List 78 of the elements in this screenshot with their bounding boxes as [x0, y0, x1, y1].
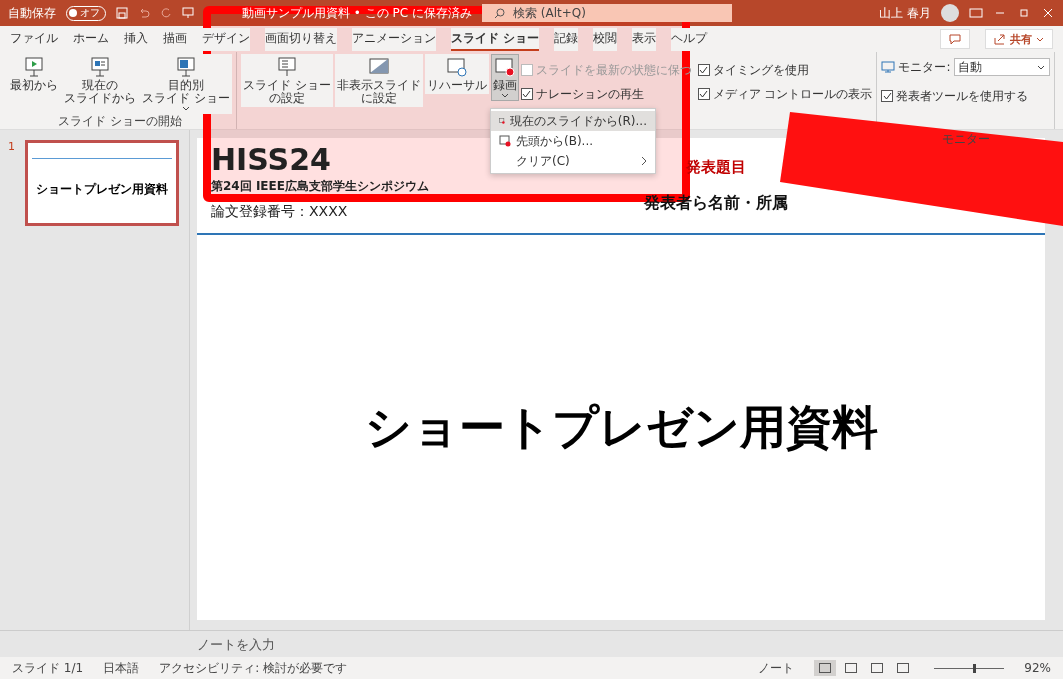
zoom-level[interactable]: 92%: [1024, 661, 1051, 675]
chevron-right-icon: [641, 156, 647, 166]
share-icon: [994, 33, 1006, 45]
view-icon: [845, 663, 858, 673]
ribbon-button[interactable]: 最初から: [8, 54, 60, 94]
ribbon-tab[interactable]: 表示: [632, 27, 657, 51]
ribbon-display-icon: [969, 7, 983, 19]
ribbon-button[interactable]: スライド ショー の設定: [240, 54, 333, 107]
ribbon-button[interactable]: 録画: [490, 54, 519, 101]
search-icon: [493, 7, 505, 19]
slide-title: ショートプレゼン用資料: [363, 398, 879, 456]
monitor-select[interactable]: 自動: [953, 58, 1050, 76]
ribbon-button[interactable]: 目的別 スライド ショー: [140, 54, 232, 114]
ribbon-tab[interactable]: 画面切り替え: [265, 27, 337, 51]
checkmark-icon: [883, 92, 892, 100]
caret-icon: [500, 93, 509, 99]
view-icon: [819, 663, 832, 673]
screen-icon: [89, 56, 111, 78]
ribbon-tab[interactable]: ヘルプ: [671, 27, 708, 51]
ribbon-button[interactable]: 現在の スライドから: [62, 54, 138, 107]
checkmark-icon: [522, 90, 532, 98]
caret-icon: [1036, 35, 1044, 43]
language-label[interactable]: 日本語: [103, 659, 140, 677]
presentation-icon: [182, 7, 194, 19]
menu-item[interactable]: 現在のスライドから(R)...: [491, 111, 655, 131]
record-screen-icon: [493, 56, 516, 78]
view-button[interactable]: [814, 660, 837, 676]
menu-item[interactable]: 先頭から(B)...: [491, 131, 655, 151]
checkbox-option[interactable]: ナレーションの再生: [520, 82, 692, 106]
autosave-label: 自動保存: [8, 4, 56, 22]
settings-screen-icon: [275, 56, 298, 78]
play-screen-icon: [23, 56, 45, 78]
checkmark-icon: [699, 90, 709, 98]
search-field[interactable]: 検索 (Alt+Q): [481, 4, 732, 22]
accessibility-status[interactable]: アクセシビリティ: 検討が必要です: [159, 659, 347, 677]
slide-logo: HISS24: [211, 144, 331, 176]
ribbon-button[interactable]: 非表示スライド に設定: [334, 54, 423, 107]
notes-placeholder[interactable]: ノートを入力: [197, 637, 275, 652]
paper-number: 論文登録番号：XXXX: [211, 203, 348, 221]
ribbon-tab[interactable]: アニメーション: [352, 27, 436, 51]
ribbon-tab[interactable]: スライド ショー: [451, 27, 540, 51]
slide-counter: スライド 1/1: [12, 659, 84, 677]
menu-item[interactable]: クリア(C): [491, 151, 655, 171]
zoom-thumb[interactable]: [972, 663, 976, 673]
user-avatar[interactable]: [941, 4, 959, 22]
record-icon: [499, 135, 511, 147]
undo-icon: [138, 7, 150, 19]
ribbon-tab[interactable]: デザイン: [202, 27, 250, 51]
slide-number: 1: [8, 140, 15, 153]
group-label: モニター: [941, 132, 990, 147]
ribbon-button[interactable]: リハーサル: [424, 54, 489, 94]
timer-screen-icon: [445, 56, 468, 78]
slide-subtitle: 第24回 IEEE広島支部学生シンポジウム: [211, 178, 429, 195]
save-icon: [116, 7, 128, 19]
checkmark-icon: [699, 66, 709, 74]
redo-icon: [160, 7, 172, 19]
share-button[interactable]: 共有: [985, 29, 1053, 49]
checkbox-option[interactable]: タイミングを使用: [697, 58, 873, 82]
user-name: 山上 春月: [879, 4, 931, 22]
restore-icon: [1017, 7, 1031, 19]
comment-icon: [949, 33, 961, 45]
caret-icon: [1036, 64, 1045, 70]
screen-icon: [174, 56, 197, 78]
checkbox-option[interactable]: メディア コントロールの表示: [697, 82, 873, 106]
record-icon: [499, 115, 505, 127]
ribbon-tab[interactable]: 校閲: [593, 27, 618, 51]
ribbon-tab[interactable]: 記録: [554, 27, 579, 51]
monitor-icon: [881, 61, 896, 73]
notes-toggle[interactable]: ノート: [758, 659, 795, 677]
view-icon: [871, 663, 884, 673]
checkbox-option[interactable]: 発表者ツールを使用する: [881, 84, 1050, 108]
caret-icon: [181, 106, 190, 112]
close-icon: [1041, 7, 1055, 19]
document-title[interactable]: 動画サンプル用資料 • この PC に保存済み: [242, 4, 472, 22]
view-icon: [897, 663, 910, 673]
monitor-label: モニター:: [898, 58, 951, 76]
slide-thumbnail[interactable]: ショートプレゼン用資料: [25, 140, 179, 226]
group-label: スライド ショーの開始: [58, 114, 182, 129]
